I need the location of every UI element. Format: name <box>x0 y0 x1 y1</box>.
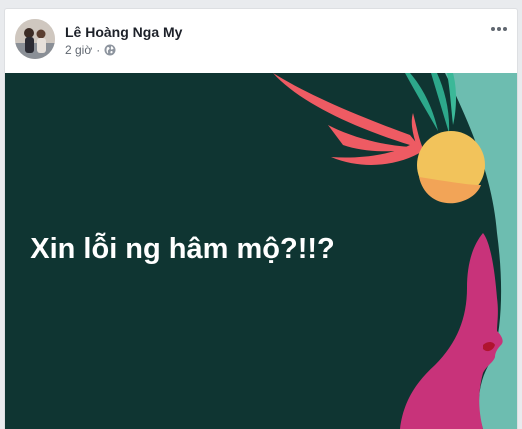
post-timestamp[interactable]: 2 giờ <box>65 43 92 57</box>
post-card: Lê Hoàng Nga My 2 giờ · Xin lỗi ng hâm m… <box>4 8 518 429</box>
more-options-icon[interactable] <box>487 19 511 39</box>
avatar[interactable] <box>15 19 55 59</box>
image-headline: Xin lỗi ng hâm mộ?!!? <box>30 233 335 265</box>
globe-icon[interactable] <box>104 44 116 56</box>
post-meta: 2 giờ · <box>65 43 116 57</box>
post-header: Lê Hoàng Nga My 2 giờ · <box>5 9 517 73</box>
meta-separator: · <box>96 43 101 57</box>
post-image[interactable]: Xin lỗi ng hâm mộ?!!? <box>5 73 517 429</box>
post-author-name[interactable]: Lê Hoàng Nga My <box>65 24 182 40</box>
avatar-photo <box>15 19 55 59</box>
